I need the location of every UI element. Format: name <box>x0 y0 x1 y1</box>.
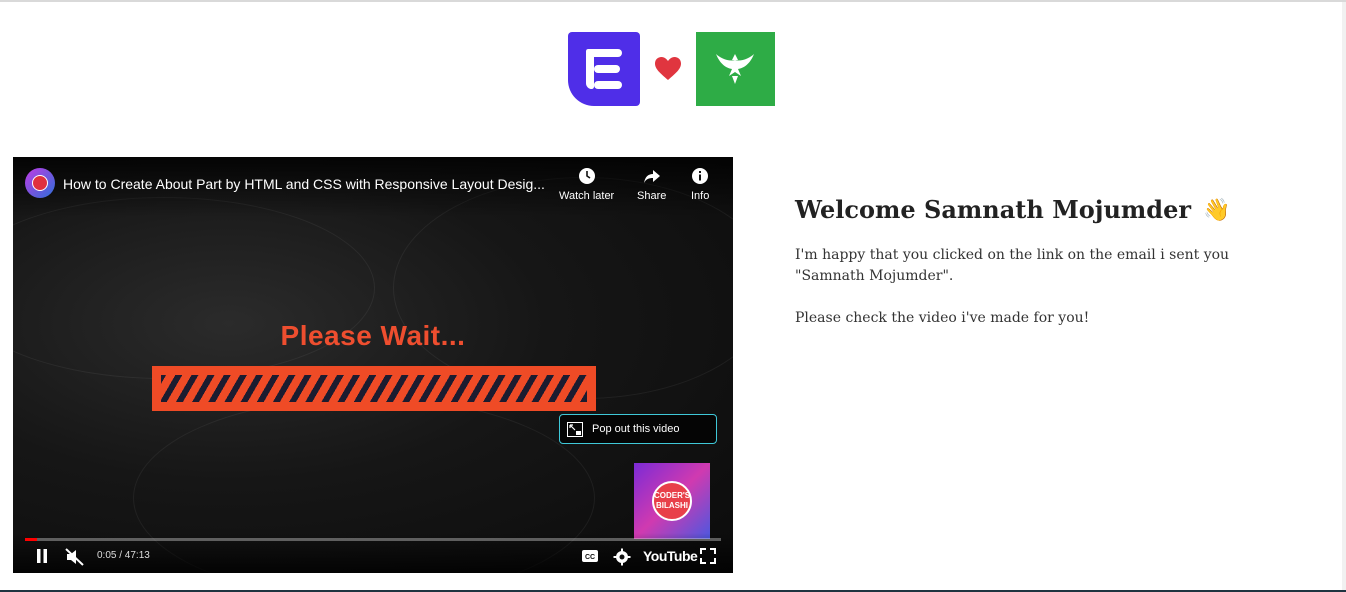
watch-later-label: Watch later <box>559 190 615 202</box>
mute-icon[interactable] <box>65 548 85 566</box>
e-logo-icon <box>568 32 640 106</box>
popout-label: Pop out this video <box>592 423 680 435</box>
pause-icon[interactable] <box>35 548 49 564</box>
channel-avatar[interactable] <box>25 168 55 198</box>
share-icon <box>643 170 660 183</box>
fullscreen-icon[interactable] <box>700 548 716 564</box>
top-border <box>0 0 1346 2</box>
settings-icon[interactable] <box>613 548 631 566</box>
video-top-bar: How to Create About Part by HTML and CSS… <box>13 157 733 217</box>
intro-paragraph: I'm happy that you clicked on the link o… <box>795 247 1230 284</box>
share-label: Share <box>637 190 667 202</box>
channel-watermark[interactable]: CODER'S BILASHI <box>634 463 710 539</box>
watermark-badge: CODER'S BILASHI <box>652 481 692 521</box>
progress-played <box>25 538 37 541</box>
watch-later-button[interactable]: Watch later <box>559 167 614 202</box>
please-wait-text: Please Wait... <box>280 320 466 351</box>
heart-icon <box>655 57 681 80</box>
welcome-heading: Welcome Samnath Mojumder 👋 <box>795 195 1295 224</box>
youtube-button[interactable]: YouTube <box>643 548 698 564</box>
video-player[interactable]: How to Create About Part by HTML and CSS… <box>13 157 733 573</box>
info-button[interactable]: Info <box>691 167 709 202</box>
popout-button[interactable]: Pop out this video <box>559 414 717 444</box>
video-controls: 0:05 / 47:13 CC YouTube <box>13 533 733 573</box>
info-label: Info <box>691 190 710 202</box>
waving-hand-icon: 👋 <box>1203 196 1231 223</box>
welcome-section: Welcome Samnath Mojumder 👋 I'm happy tha… <box>795 195 1295 329</box>
scrollbar[interactable] <box>1342 2 1346 592</box>
check-video-paragraph: Please check the video i've made for you… <box>795 310 1090 326</box>
share-button[interactable]: Share <box>637 167 666 202</box>
captions-icon[interactable]: CC <box>581 548 599 564</box>
time-display: 0:05 / 47:13 <box>97 550 150 561</box>
info-icon <box>692 168 709 184</box>
popout-icon <box>567 422 583 437</box>
video-title[interactable]: How to Create About Part by HTML and CSS… <box>63 176 553 192</box>
phoenix-logo-icon <box>696 32 775 106</box>
svg-text:CC: CC <box>585 554 595 561</box>
progress-bar[interactable] <box>25 538 721 541</box>
loading-bar-graphic <box>152 366 596 411</box>
welcome-heading-text: Welcome Samnath Mojumder <box>795 195 1191 224</box>
clock-icon <box>578 168 595 184</box>
